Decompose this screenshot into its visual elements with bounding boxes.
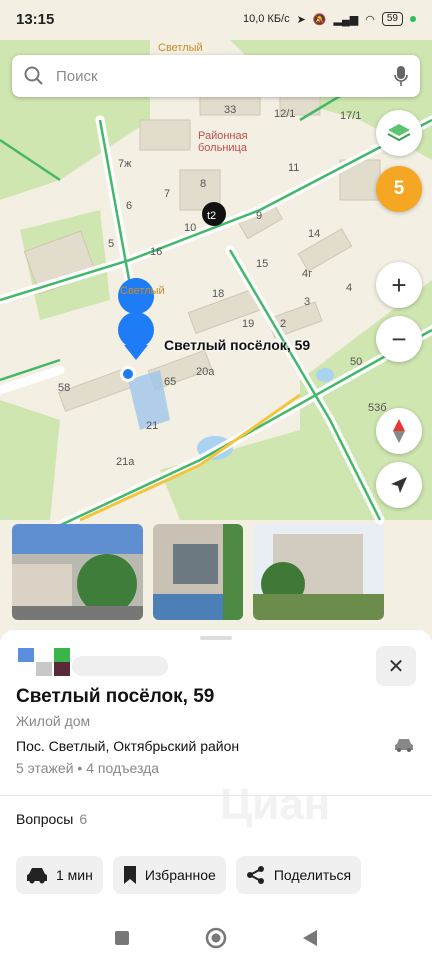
map-house-number: 19 (242, 318, 255, 330)
car-icon (27, 868, 47, 884)
battery-indicator: 59 (381, 12, 403, 26)
map-house-number: 6 (126, 200, 133, 212)
map-house-number: 12/1 (274, 108, 296, 120)
clock: 13:15 (16, 10, 55, 28)
map-house-number: 9 (256, 210, 263, 222)
location-icon: ➤ (296, 13, 306, 26)
map-house-number: 7 (164, 188, 171, 200)
map-house-number: 4г (302, 268, 313, 280)
close-button[interactable]: ✕ (376, 646, 416, 686)
notification-dot (410, 16, 416, 22)
map-label-settlement: Светлый (158, 42, 203, 54)
map-label-hospital: Районная больница (198, 130, 248, 154)
sheet-drag-handle[interactable] (200, 636, 232, 640)
operator-marker-t2[interactable] (202, 202, 226, 226)
share-button[interactable]: Поделиться (235, 856, 362, 894)
watermark-logo: Циан (220, 780, 331, 829)
map-house-number: 3 (304, 296, 311, 308)
share-icon (246, 866, 264, 884)
map-house-number: 18 (212, 288, 225, 300)
search-input[interactable]: Поиск (56, 68, 394, 85)
route-time-label: 1 мин (56, 867, 93, 883)
zoom-out-button[interactable]: − (376, 316, 422, 362)
share-label: Поделиться (273, 867, 352, 883)
map-house-number: 33 (224, 104, 237, 116)
compass-button[interactable] (376, 408, 422, 454)
map-house-number: 65 (164, 376, 177, 388)
place-type: Жилой дом (16, 713, 91, 729)
route-button[interactable]: 1 мин (16, 856, 103, 894)
layers-icon (387, 124, 411, 142)
favorite-label: Избранное (144, 867, 216, 883)
cluster-count-badge[interactable]: 5 (376, 166, 422, 212)
map-house-number: 50 (350, 356, 363, 368)
recent-apps-icon[interactable] (114, 930, 130, 946)
place-title: Светлый посёлок, 59 (16, 686, 215, 707)
map-house-number: 11 (288, 162, 300, 174)
back-icon[interactable] (302, 929, 318, 947)
map-house-number: 10 (184, 222, 197, 234)
compass-icon (393, 419, 405, 443)
photo-thumbnail[interactable] (12, 524, 143, 620)
layers-button[interactable] (376, 110, 422, 156)
map-house-number: 17/1 (340, 110, 362, 122)
action-bar: 1 мин Избранное Поделиться (16, 856, 362, 894)
map-house-number: 20а (196, 366, 215, 378)
map-house-number: 2 (280, 318, 287, 330)
map-pin-label: Светлый посёлок, 59 (164, 337, 311, 353)
map-house-number: 21 (146, 420, 159, 432)
net-speed: 10,0 КБ/с (242, 13, 290, 25)
map-house-number: 4 (346, 282, 353, 294)
place-card[interactable]: ✕ Светлый посёлок, 59 Жилой дом Пос. Све… (0, 630, 432, 960)
map-house-number: 21а (116, 456, 135, 468)
close-icon: ✕ (387, 655, 405, 678)
bookmark-icon (123, 866, 136, 884)
map-house-number: 14 (308, 228, 321, 240)
map-house-number: 5 (108, 238, 115, 250)
search-icon (24, 66, 43, 85)
questions-label: Вопросы (16, 811, 74, 827)
building-details: 5 этажей • 4 подъезда (16, 760, 160, 776)
system-nav-bar (0, 915, 432, 960)
mute-icon: 🔕 (312, 13, 327, 26)
map-label-store: Светлый (120, 285, 165, 297)
map-house-number: 8 (200, 178, 207, 190)
status-bar: 13:15 10,0 КБ/с ➤ 🔕 ▂▄▆ ◠ 59 (0, 0, 432, 38)
photo-strip[interactable] (12, 524, 384, 620)
signal-icon: ▂▄▆ (333, 13, 359, 26)
map-house-number: 58 (58, 382, 71, 394)
search-bar[interactable]: Поиск (12, 55, 420, 97)
wifi-icon: ◠ (365, 13, 375, 26)
navigation-arrow-icon (391, 477, 407, 493)
advertiser-logo[interactable] (18, 640, 170, 676)
photo-thumbnail[interactable] (253, 524, 384, 620)
questions-row[interactable]: Вопросы 6 (16, 811, 87, 827)
map-house-number: 15 (256, 258, 269, 270)
map-house-number: 7ж (118, 158, 132, 170)
photo-thumbnail[interactable] (153, 524, 243, 620)
divider (0, 795, 432, 796)
favorite-button[interactable]: Избранное (112, 856, 226, 894)
microphone-icon[interactable] (394, 65, 408, 87)
place-address: Пос. Светлый, Октябрьский район (16, 738, 240, 754)
questions-count: 6 (79, 811, 88, 827)
car-icon[interactable] (394, 737, 414, 753)
my-location-button[interactable] (376, 462, 422, 508)
zoom-in-button[interactable]: + (376, 262, 422, 308)
home-icon[interactable] (205, 927, 227, 949)
map-house-number: 16 (150, 246, 163, 258)
map-pin[interactable] (118, 312, 154, 382)
